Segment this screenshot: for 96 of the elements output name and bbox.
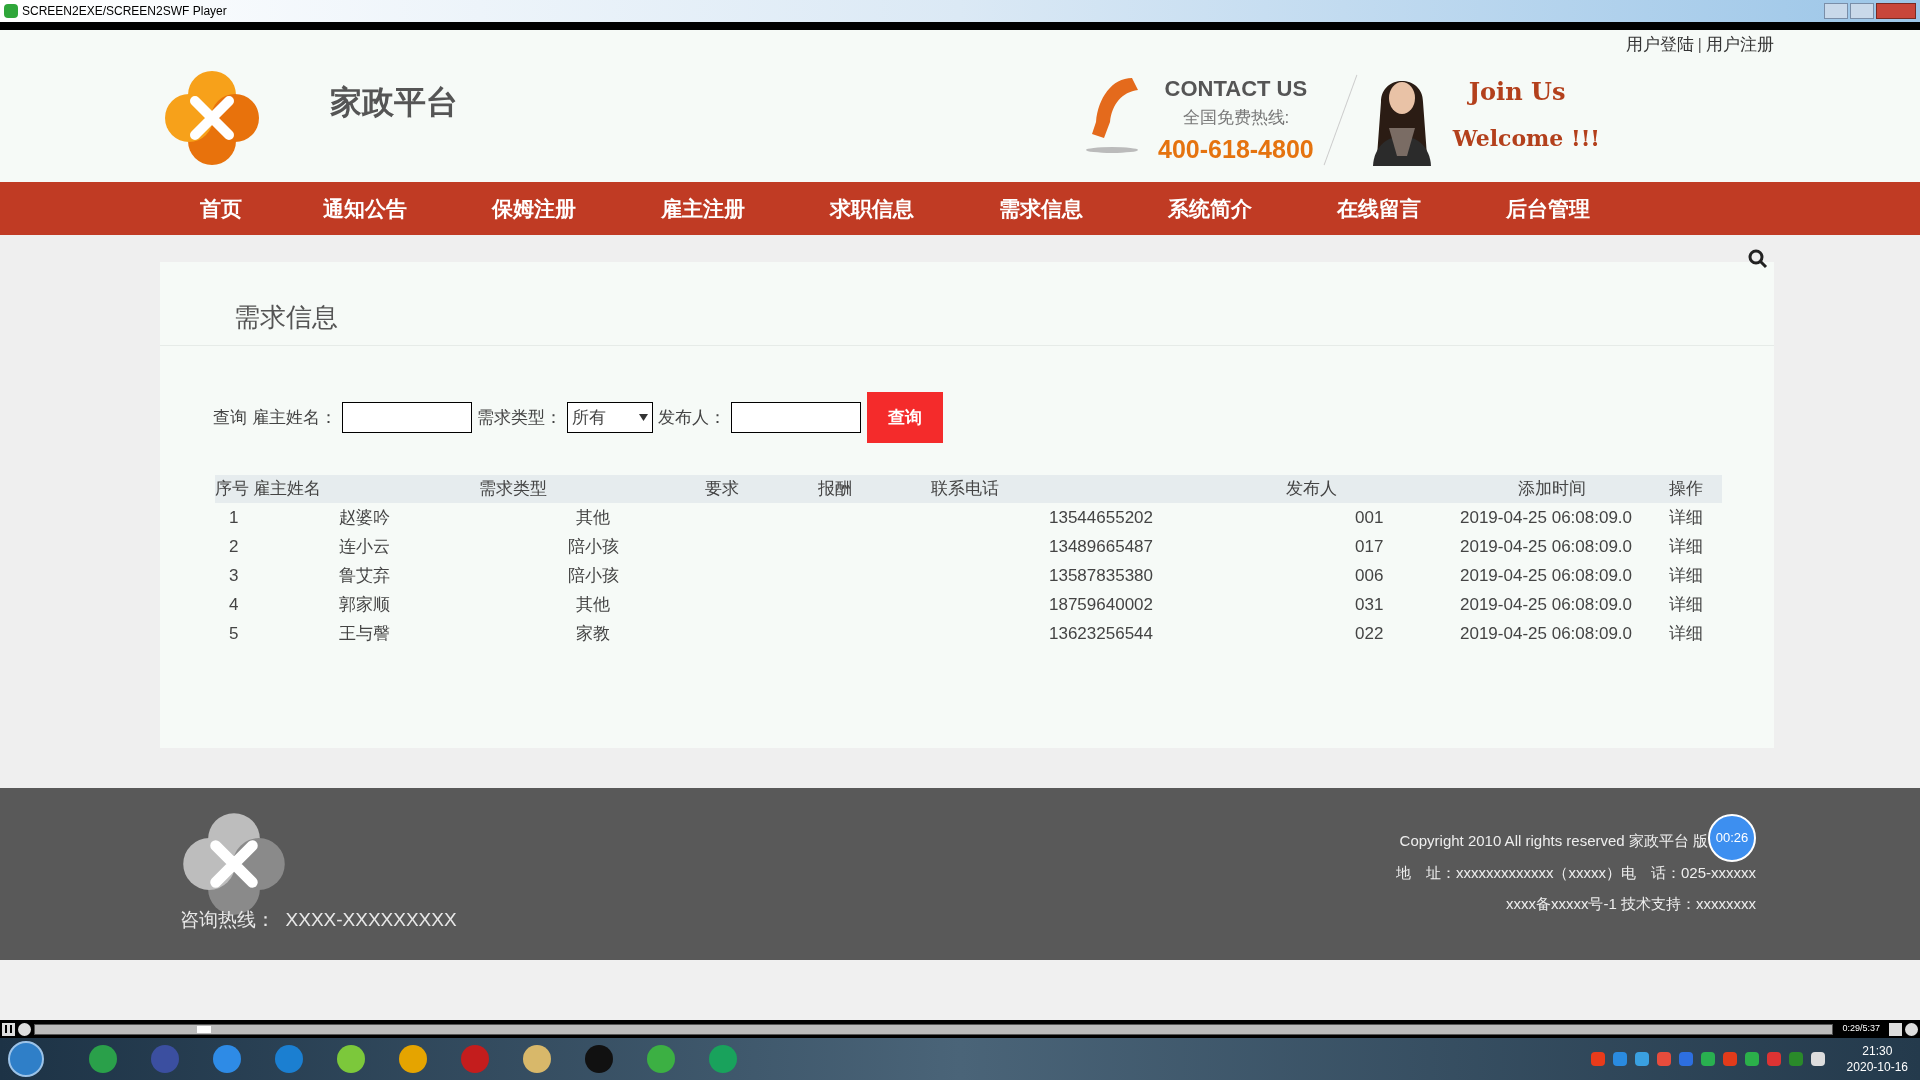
nav-item[interactable]: 首页 [160,182,280,235]
table-cell-text: 2019-04-25 06:08:09.0 [1460,593,1634,616]
table-cell-text: 3 [228,564,240,587]
table-cell-text: 006 [1355,564,1385,587]
type-label: 需求类型： [477,406,562,429]
table-cell-text: 家教 [575,622,611,645]
table-cell-text: 031 [1355,593,1385,616]
table-cell-text: 13587835380 [1049,564,1154,587]
search-label: 查询 [213,406,247,429]
publisher-label: 发布人： [658,406,726,429]
logo-icon [162,68,262,168]
copyright-text: Copyright 2010 All rights reserved 家政平台 版 [1399,831,1708,851]
detail-link[interactable]: 详细 [1669,562,1703,589]
table-cell-text: 郭家顺 [339,593,391,616]
search-button[interactable]: 查询 [867,392,943,443]
pause-button[interactable] [2,1022,15,1036]
table-cell-text: 2019-04-25 06:08:09.0 [1460,506,1634,529]
table-cell-text: 2019-04-25 06:08:09.0 [1460,564,1634,587]
table-cell-text: 2 [228,535,240,558]
timer-badge: 00:26 [1708,814,1756,862]
join-text: Join Us [1468,76,1567,108]
nav-item[interactable]: 在线留言 [1294,182,1463,235]
address-text: 地 址：xxxxxxxxxxxxx（xxxxx）电 话：025-xxxxxx [1395,862,1756,883]
detail-link[interactable]: 详细 [1669,504,1703,531]
column-header: 需求类型 [479,478,548,501]
login-link[interactable]: 用户登陆 [1625,32,1694,58]
hotline-number: 400-618-4800 [1158,133,1314,165]
table-cell-text: 1 [228,506,240,529]
tray-icon[interactable] [1700,1052,1715,1066]
publisher-field[interactable] [731,402,861,433]
pause-icon [5,1025,12,1033]
nav-item[interactable]: 保姆注册 [449,182,618,235]
table-cell-text: 其他 [575,506,611,529]
nav-item[interactable]: 需求信息 [956,182,1125,235]
tray-icon[interactable] [1744,1052,1759,1066]
search-icon[interactable] [1748,249,1768,269]
table-cell-text: 017 [1355,535,1385,558]
nav-item[interactable]: 雇主注册 [618,182,787,235]
window-title: SCREEN2EXE/SCREEN2SWF Player [22,3,227,20]
maximize-button[interactable] [1850,3,1874,19]
site-name: 家政平台 [330,83,458,122]
column-header: 报酬 [818,478,853,501]
table-cell-text: 4 [228,593,240,616]
table-cell-text: 2019-04-25 06:08:09.0 [1460,535,1634,558]
table-cell-text: 18759640002 [1049,593,1154,616]
nav-item[interactable]: 求职信息 [787,182,956,235]
type-select[interactable]: 所有 [567,402,653,433]
table-cell-text: 13489665487 [1049,535,1154,558]
welcome-text: Welcome !!! [1452,124,1600,153]
nav-item[interactable]: 后台管理 [1463,182,1632,235]
nav-item[interactable]: 通知公告 [280,182,449,235]
tray-icon[interactable] [1634,1052,1649,1066]
table-cell-text: 5 [228,622,240,645]
column-header: 发布人 [1286,478,1338,501]
table-cell-text: 001 [1355,506,1385,529]
table-cell-text: 13623256544 [1049,622,1154,645]
column-header: 序号 [215,478,250,501]
table-cell-text: 王与謦 [339,622,391,645]
table-cell-text: 2019-04-25 06:08:09.0 [1460,622,1634,645]
start-button[interactable] [8,1041,44,1077]
clock-date: 2020-10-16 [1846,1059,1908,1075]
employer-field[interactable] [342,402,472,433]
detail-link[interactable]: 详细 [1669,533,1703,560]
close-button[interactable] [1876,3,1916,19]
player-time: 0:29/5:37 [1841,1022,1881,1036]
column-header: 添加时间 [1518,478,1587,501]
nav-item[interactable]: 系统简介 [1125,182,1294,235]
section-title: 需求信息 [234,301,338,334]
caret-icon [639,414,648,421]
table-cell-text: 13544655202 [1049,506,1154,529]
footer-hotline: 咨询热线： XXXX-XXXXXXXXX [180,908,457,932]
column-header: 联系电话 [931,478,1000,501]
record-text: xxxx备xxxxx号-1 技术支持：xxxxxxxx [1506,894,1756,914]
column-header: 要求 [705,478,740,501]
clock-time: 21:30 [1862,1043,1893,1059]
fullscreen-button[interactable] [1889,1022,1902,1036]
table-cell-text: 连小云 [339,535,391,558]
employer-label: 雇主姓名： [252,406,337,429]
detail-link[interactable]: 详细 [1669,620,1703,647]
progress-thumb[interactable] [196,1025,211,1033]
column-header: 雇主姓名 [253,478,322,501]
app-icon [4,4,18,18]
minimize-button[interactable] [1824,3,1848,19]
table-cell-text: 赵婆吟 [339,506,391,529]
table-cell-text: 鲁艾弃 [339,564,391,587]
link-separator: | [1697,34,1702,56]
table-cell-text: 022 [1355,622,1385,645]
contact-title: CONTACT US [1164,75,1308,103]
hotline-label: 全国免费热线: [1182,107,1290,129]
column-header: 操作 [1669,478,1703,501]
table-cell-text: 陪小孩 [566,564,620,587]
table-cell-text: 陪小孩 [566,535,620,558]
table-cell-text: 其他 [575,593,611,616]
detail-link[interactable]: 详细 [1669,591,1703,618]
register-link[interactable]: 用户注册 [1706,32,1774,58]
tray-icon[interactable] [1810,1052,1825,1066]
